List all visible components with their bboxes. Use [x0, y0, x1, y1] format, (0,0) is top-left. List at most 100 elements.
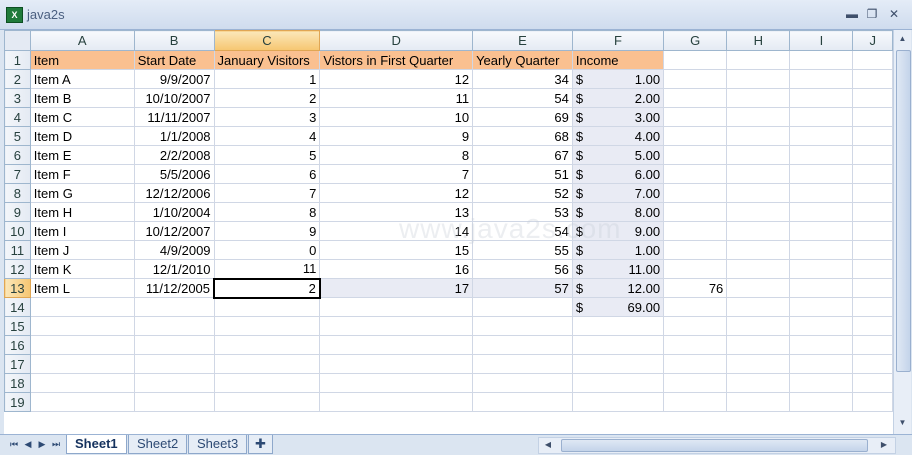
cell[interactable] — [726, 183, 791, 203]
cell[interactable] — [852, 69, 893, 89]
cell[interactable] — [571, 373, 665, 393]
column-header-a[interactable]: A — [29, 30, 135, 51]
cell-b[interactable]: 2/2/2008 — [133, 145, 215, 165]
tab-sheet1[interactable]: Sheet1 — [66, 435, 127, 454]
cell[interactable] — [852, 50, 893, 70]
cell[interactable] — [133, 373, 215, 393]
cell-c[interactable]: 3 — [213, 107, 321, 127]
cell-f[interactable]: $3.00 — [571, 107, 665, 127]
cell[interactable] — [663, 221, 728, 241]
excel-icon[interactable]: X — [6, 7, 23, 23]
cell-e[interactable]: 68 — [472, 126, 573, 146]
column-header-i[interactable]: I — [789, 30, 854, 51]
row-header[interactable]: 7 — [4, 164, 31, 184]
cell-c[interactable]: 5 — [213, 145, 321, 165]
cell[interactable] — [472, 354, 573, 374]
cell[interactable] — [663, 297, 728, 317]
cell[interactable] — [571, 335, 665, 355]
cell-d[interactable]: 11 — [319, 88, 474, 108]
cell-b1[interactable]: Start Date — [133, 50, 215, 70]
cell-e[interactable]: 54 — [472, 221, 573, 241]
cell[interactable] — [789, 240, 854, 260]
cell-f14-total[interactable]: $69.00 — [571, 297, 665, 317]
cell[interactable] — [663, 107, 728, 127]
cell[interactable] — [852, 373, 893, 393]
cell[interactable] — [852, 278, 893, 298]
vertical-scroll-thumb[interactable] — [896, 50, 911, 372]
cell[interactable] — [663, 354, 728, 374]
cell[interactable] — [133, 297, 215, 317]
cell-c[interactable]: 9 — [213, 221, 321, 241]
cell[interactable] — [789, 335, 854, 355]
cell[interactable] — [319, 316, 474, 336]
cell[interactable] — [852, 335, 893, 355]
cell-d[interactable]: 7 — [319, 164, 474, 184]
cell[interactable] — [789, 145, 854, 165]
cell[interactable] — [726, 373, 791, 393]
cell-a[interactable]: Item A — [29, 69, 135, 89]
cell[interactable] — [789, 164, 854, 184]
cell-d1[interactable]: Vistors in First Quarter — [319, 50, 474, 70]
scroll-up-icon[interactable]: ▲ — [896, 32, 909, 46]
cell-a[interactable]: Item L — [29, 278, 135, 298]
cell[interactable] — [726, 240, 791, 260]
cell[interactable] — [213, 335, 321, 355]
row-header[interactable]: 5 — [4, 126, 31, 146]
cell[interactable] — [789, 373, 854, 393]
row-header[interactable]: 6 — [4, 145, 31, 165]
cell[interactable] — [726, 69, 791, 89]
cell-a[interactable]: Item H — [29, 202, 135, 222]
cell[interactable] — [29, 316, 135, 336]
cell-c[interactable]: 2 — [213, 88, 321, 108]
cell-f[interactable]: $1.00 — [571, 240, 665, 260]
cell[interactable] — [789, 278, 854, 298]
cell[interactable] — [213, 354, 321, 374]
cell[interactable] — [213, 373, 321, 393]
cell[interactable] — [663, 259, 728, 279]
insert-sheet-icon[interactable]: ✚ — [248, 435, 273, 454]
cell-d[interactable]: 14 — [319, 221, 474, 241]
cell-e[interactable]: 69 — [472, 107, 573, 127]
cell-c[interactable]: 4 — [213, 126, 321, 146]
cell[interactable] — [789, 50, 854, 70]
cell[interactable] — [726, 392, 791, 412]
cell-e[interactable]: 52 — [472, 183, 573, 203]
tab-sheet2[interactable]: Sheet2 — [128, 435, 188, 454]
cell-d[interactable]: 16 — [319, 259, 474, 279]
cell[interactable] — [852, 297, 893, 317]
cell-c[interactable]: 11 — [213, 259, 321, 279]
column-header-c[interactable]: C — [213, 30, 321, 51]
cell-a[interactable]: Item E — [29, 145, 135, 165]
cell-c[interactable]: 6 — [213, 164, 321, 184]
cell[interactable] — [319, 354, 474, 374]
cell-b[interactable]: 4/9/2009 — [133, 240, 215, 260]
row-header[interactable]: 14 — [4, 297, 31, 317]
minimize-icon[interactable]: ▬ — [842, 6, 862, 22]
cell[interactable] — [789, 221, 854, 241]
cell-e[interactable]: 57 — [472, 278, 573, 298]
cell[interactable] — [663, 335, 728, 355]
cell-b[interactable]: 10/10/2007 — [133, 88, 215, 108]
cell[interactable] — [852, 392, 893, 412]
row-header[interactable]: 15 — [4, 316, 31, 336]
cell[interactable] — [472, 335, 573, 355]
cell[interactable] — [29, 392, 135, 412]
cell-d[interactable]: 17 — [319, 278, 474, 298]
row-header[interactable]: 18 — [4, 373, 31, 393]
vertical-scrollbar[interactable]: ▲ ▼ — [893, 30, 911, 434]
horizontal-scroll-thumb[interactable] — [561, 439, 868, 452]
cell-b[interactable]: 12/1/2010 — [133, 259, 215, 279]
cell-f[interactable]: $8.00 — [571, 202, 665, 222]
cell[interactable] — [726, 354, 791, 374]
cell-f[interactable]: $12.00 — [571, 278, 665, 298]
cell-g13[interactable]: 76 — [663, 278, 728, 298]
next-sheet-icon[interactable]: ▶ — [36, 438, 48, 450]
cell-b[interactable]: 11/12/2005 — [133, 278, 215, 298]
active-cell-c13[interactable]: 2 — [213, 277, 321, 299]
cell[interactable] — [789, 107, 854, 127]
cell-e[interactable]: 51 — [472, 164, 573, 184]
cell[interactable] — [726, 145, 791, 165]
cell[interactable] — [663, 88, 728, 108]
row-header[interactable]: 10 — [4, 221, 31, 241]
cell-e[interactable]: 53 — [472, 202, 573, 222]
